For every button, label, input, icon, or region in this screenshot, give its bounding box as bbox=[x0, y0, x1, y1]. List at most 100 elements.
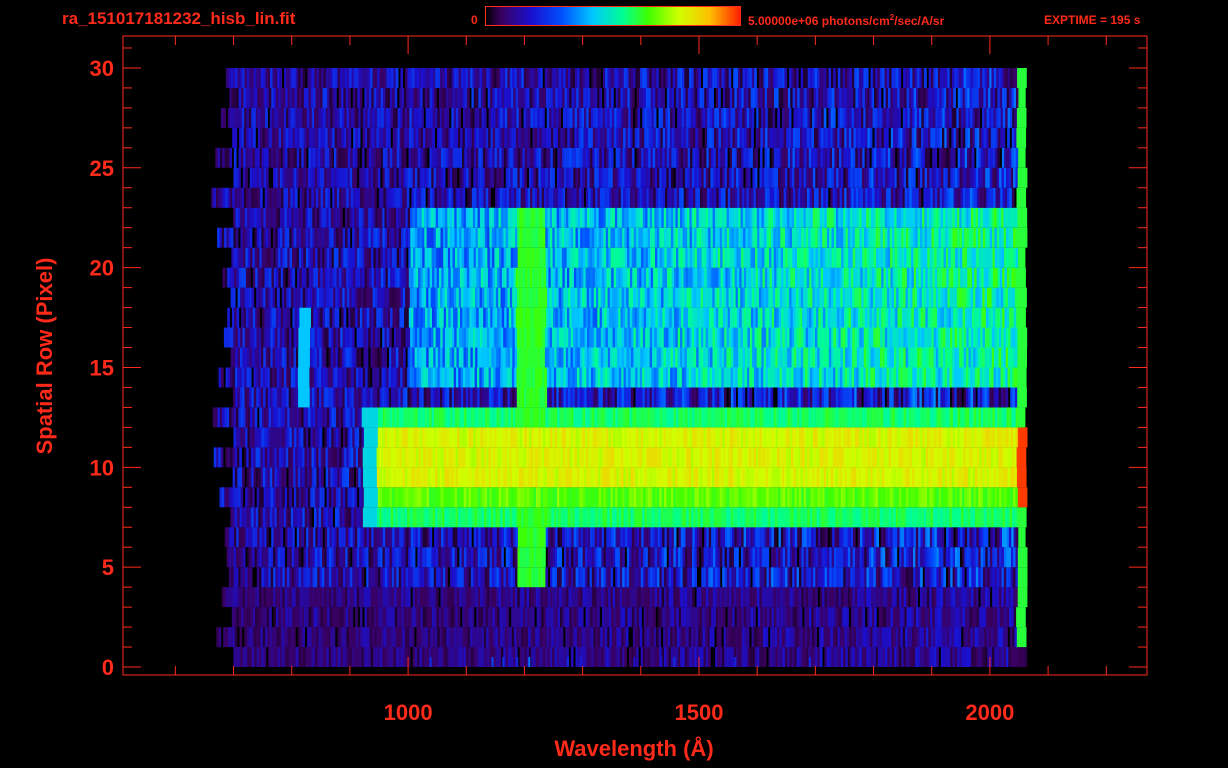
heatmap-cell bbox=[943, 587, 946, 608]
heatmap-cell bbox=[603, 547, 607, 568]
heatmap-cell bbox=[484, 567, 488, 588]
heatmap-cell bbox=[634, 607, 638, 628]
heatmap-cell bbox=[616, 387, 620, 408]
heatmap-cell bbox=[846, 527, 849, 548]
heatmap-cell bbox=[993, 627, 997, 648]
heatmap-cell bbox=[619, 467, 622, 488]
heatmap-cell bbox=[515, 527, 519, 548]
heatmap-cell bbox=[279, 387, 283, 408]
heatmap-cell bbox=[416, 627, 420, 648]
heatmap-cell bbox=[671, 547, 674, 568]
heatmap-cell bbox=[924, 427, 928, 448]
heatmap-cell bbox=[617, 427, 621, 448]
heatmap-cell bbox=[724, 547, 728, 568]
heatmap-cell bbox=[743, 547, 746, 568]
heatmap-cell bbox=[282, 427, 286, 448]
heatmap-cell bbox=[981, 607, 984, 628]
heatmap-cell bbox=[643, 647, 646, 667]
heatmap-cell bbox=[900, 627, 904, 648]
heatmap-cell bbox=[829, 487, 832, 508]
heatmap-cell bbox=[267, 387, 271, 408]
heatmap-cell bbox=[267, 467, 271, 488]
heatmap-cell bbox=[1007, 507, 1011, 528]
heatmap-cell bbox=[302, 367, 306, 388]
heatmap-cell bbox=[449, 507, 452, 528]
heatmap-cell bbox=[228, 547, 232, 568]
heatmap-cell bbox=[792, 607, 796, 628]
heatmap-cell bbox=[677, 387, 681, 408]
heatmap-cell bbox=[358, 627, 361, 648]
heatmap-cell bbox=[270, 487, 274, 508]
heatmap-cell bbox=[364, 407, 367, 428]
heatmap-cell bbox=[473, 487, 476, 508]
heatmap-cell bbox=[929, 427, 933, 448]
heatmap-cell bbox=[752, 527, 756, 548]
heatmap-cell bbox=[657, 487, 660, 508]
heatmap-cell bbox=[505, 387, 508, 408]
heatmap-cell bbox=[359, 587, 362, 608]
heatmap-cell bbox=[252, 427, 255, 448]
heatmap-cell bbox=[985, 587, 988, 608]
heatmap-cell bbox=[277, 427, 281, 448]
heatmap-cell bbox=[778, 407, 781, 428]
heatmap-cell bbox=[938, 387, 941, 408]
heatmap-cell bbox=[858, 467, 862, 488]
heatmap-cell bbox=[884, 627, 887, 648]
heatmap-cell bbox=[654, 567, 658, 588]
heatmap-cell bbox=[314, 627, 317, 648]
heatmap-cell bbox=[739, 527, 742, 548]
heatmap-cell bbox=[410, 407, 414, 428]
heatmap-cell bbox=[470, 467, 473, 488]
heatmap-cell bbox=[327, 627, 331, 648]
heatmap-cell bbox=[774, 367, 778, 388]
heatmap-cell bbox=[968, 467, 971, 488]
heatmap-cell bbox=[794, 527, 798, 548]
heatmap-cell bbox=[312, 567, 316, 588]
heatmap-cell bbox=[602, 367, 606, 388]
heatmap-cell bbox=[934, 487, 937, 508]
heatmap-cell bbox=[840, 567, 844, 588]
heatmap-cell bbox=[805, 467, 808, 488]
heatmap-cell bbox=[902, 367, 906, 388]
heatmap-cell bbox=[716, 507, 720, 528]
heatmap-cell bbox=[1016, 627, 1020, 648]
heatmap-cell bbox=[457, 527, 461, 548]
heatmap-cell bbox=[235, 467, 238, 488]
heatmap-cell bbox=[247, 547, 251, 568]
heatmap-cell bbox=[263, 647, 267, 667]
heatmap-cell bbox=[639, 367, 643, 388]
heatmap-cell bbox=[707, 627, 710, 648]
heatmap-cell bbox=[919, 647, 923, 667]
heatmap-cell bbox=[842, 387, 846, 408]
heatmap-cell bbox=[865, 447, 869, 468]
heatmap-cell bbox=[653, 467, 657, 488]
heatmap-cell bbox=[540, 647, 544, 667]
heatmap-cell bbox=[398, 547, 402, 568]
heatmap-cell bbox=[764, 527, 768, 548]
heatmap-cell bbox=[561, 587, 565, 608]
heatmap-cell bbox=[718, 527, 721, 548]
heatmap-cell bbox=[530, 467, 534, 488]
heatmap-cell bbox=[596, 567, 600, 588]
heatmap-cell bbox=[394, 587, 397, 608]
heatmap-cell bbox=[408, 487, 411, 508]
heatmap-cell bbox=[285, 607, 288, 628]
heatmap-cell bbox=[286, 367, 289, 388]
heatmap-cell bbox=[883, 407, 886, 428]
heatmap-cell bbox=[260, 507, 264, 528]
heatmap-cell bbox=[815, 587, 818, 608]
heatmap-cell bbox=[264, 447, 268, 468]
heatmap-cell bbox=[502, 627, 506, 648]
heatmap-cell bbox=[927, 407, 930, 428]
heatmap-cell bbox=[907, 507, 911, 528]
heatmap-cell bbox=[550, 547, 553, 568]
heatmap-cell bbox=[529, 587, 532, 608]
heatmap-cell bbox=[682, 567, 686, 588]
heatmap-cell bbox=[668, 647, 672, 667]
heatmap-cell bbox=[698, 487, 702, 508]
heatmap-cell bbox=[827, 607, 831, 628]
heatmap-cell bbox=[975, 487, 979, 508]
heatmap-cell bbox=[691, 387, 695, 408]
heatmap-cell bbox=[557, 547, 560, 568]
heatmap-cell bbox=[253, 507, 257, 528]
